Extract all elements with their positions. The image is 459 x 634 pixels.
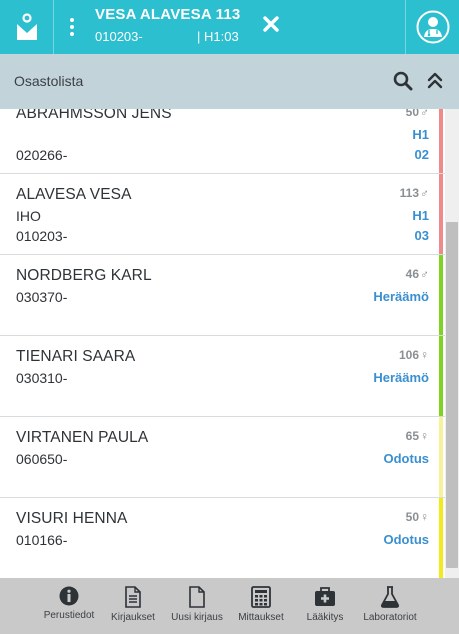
- nav-mittaukset[interactable]: Mittaukset: [234, 578, 288, 634]
- age-value: 46: [405, 267, 419, 281]
- patient-row-name: VIRTANEN PAULA: [16, 429, 149, 446]
- patient-row-name: TIENARI SAARA: [16, 348, 136, 365]
- app-logo[interactable]: [0, 0, 54, 54]
- patient-location: | H1:03: [197, 29, 239, 44]
- scrollbar-thumb[interactable]: [446, 222, 458, 568]
- age-value: 50: [405, 109, 419, 119]
- patient-row-unit: H1: [412, 127, 429, 142]
- patient-row[interactable]: VIRTANEN PAULA 060650- 65 ♀ Odotus: [0, 417, 445, 498]
- patient-row-ssn: 010166-: [16, 532, 68, 548]
- patient-row-age: 65 ♀: [406, 429, 429, 443]
- status-indicator: [439, 417, 443, 497]
- nav-perustiedot[interactable]: Perustiedot: [40, 578, 98, 634]
- nav-label: Uusi kirjaus: [171, 612, 223, 623]
- search-button[interactable]: [393, 71, 413, 96]
- app-header: VESA ALAVESA 113 010203- | H1:03: [0, 0, 459, 54]
- status-indicator: [439, 174, 443, 254]
- nav-label: Lääkitys: [306, 612, 344, 623]
- age-value: 65: [405, 429, 419, 443]
- patient-row-age: 46 ♂: [406, 267, 429, 281]
- doctor-icon: [416, 10, 449, 44]
- status-indicator: [439, 498, 443, 578]
- patient-row-name: NORDBERG KARL: [16, 267, 152, 284]
- patient-row-unit: Odotus: [383, 532, 430, 547]
- male-icon: ♂: [420, 267, 429, 281]
- nav-laakitys[interactable]: Lääkitys: [300, 578, 350, 634]
- patient-row-room: 03: [414, 228, 429, 243]
- app-logo-icon: [16, 13, 37, 40]
- info-icon: [59, 586, 79, 606]
- section-title: Osastolista: [14, 73, 84, 89]
- nav-kirjaukset[interactable]: Kirjaukset: [106, 578, 160, 634]
- patient-row-unit: H1: [412, 208, 429, 223]
- age-value: 50: [405, 510, 419, 524]
- close-icon: [263, 16, 279, 32]
- patient-list: ABRAHMSSON JENS 020266- 50 ♂ H1 02 ALAVES…: [0, 109, 445, 578]
- new-document-icon: [189, 586, 205, 608]
- patient-row-age: 113 ♂: [400, 186, 429, 200]
- patient-row-unit: Heräämö: [373, 289, 429, 304]
- document-text-icon: [125, 586, 141, 608]
- patient-row[interactable]: ABRAHMSSON JENS 020266- 50 ♂ H1 02: [0, 109, 445, 174]
- search-icon: [393, 71, 413, 91]
- patient-row-ssn: 060650-: [16, 451, 68, 467]
- patient-row[interactable]: NORDBERG KARL 030370- 46 ♂ Heräämö: [0, 255, 445, 336]
- female-icon: ♀: [420, 429, 429, 443]
- patient-row[interactable]: VISURI HENNA 010166- 50 ♀ Odotus: [0, 498, 445, 578]
- patient-row-ssn: 030310-: [16, 370, 68, 386]
- patient-row-name: VISURI HENNA: [16, 510, 128, 527]
- collapse-button[interactable]: [426, 71, 444, 96]
- patient-row-ssn: 030370-: [16, 289, 68, 305]
- patient-row-ssn: 020266-: [16, 147, 68, 163]
- patient-row-ssn: 010203-: [16, 228, 68, 244]
- nav-laboratoriot[interactable]: Laboratoriot: [356, 578, 424, 634]
- patient-row[interactable]: ALAVESA VESA IHO 010203- 113 ♂ H1 03: [0, 174, 445, 255]
- male-icon: ♂: [420, 109, 429, 119]
- patient-id: 010203-: [95, 29, 143, 44]
- patient-row-extra: IHO: [16, 208, 41, 224]
- section-bar: Osastolista: [0, 54, 459, 109]
- nav-label: Laboratoriot: [363, 612, 417, 623]
- status-indicator: [439, 109, 443, 173]
- doctor-profile-button[interactable]: [405, 0, 459, 54]
- female-icon: ♀: [420, 348, 429, 362]
- nav-label: Perustiedot: [43, 610, 95, 621]
- status-indicator: [439, 336, 443, 416]
- patient-row[interactable]: TIENARI SAARA 030310- 106 ♀ Heräämö: [0, 336, 445, 417]
- nav-label: Kirjaukset: [111, 612, 155, 623]
- flask-icon: [380, 586, 400, 608]
- calculator-icon: [251, 586, 271, 608]
- double-chevron-up-icon: [427, 72, 443, 89]
- patient-row-age: 106 ♀: [399, 348, 429, 362]
- patient-name: VESA ALAVESA 113: [95, 6, 241, 23]
- patient-row-age: 50 ♀: [406, 510, 429, 524]
- medkit-icon: [315, 587, 335, 606]
- patient-row-unit: Odotus: [383, 451, 430, 466]
- patient-row-room: 02: [414, 147, 429, 162]
- nav-label: Mittaukset: [238, 612, 284, 623]
- age-value: 113: [399, 186, 419, 200]
- close-patient-button[interactable]: [260, 12, 282, 36]
- patient-row-unit: Heräämö: [373, 370, 429, 385]
- female-icon: ♀: [420, 510, 429, 524]
- patient-row-name: ABRAHMSSON JENS: [16, 109, 172, 122]
- nav-uusi-kirjaus[interactable]: Uusi kirjaus: [168, 578, 226, 634]
- male-icon: ♂: [420, 186, 429, 200]
- patient-row-age: 50 ♂: [406, 109, 429, 119]
- age-value: 106: [398, 348, 419, 362]
- more-menu-icon[interactable]: [62, 10, 82, 44]
- status-indicator: [439, 255, 443, 335]
- patient-row-name: ALAVESA VESA: [16, 186, 132, 203]
